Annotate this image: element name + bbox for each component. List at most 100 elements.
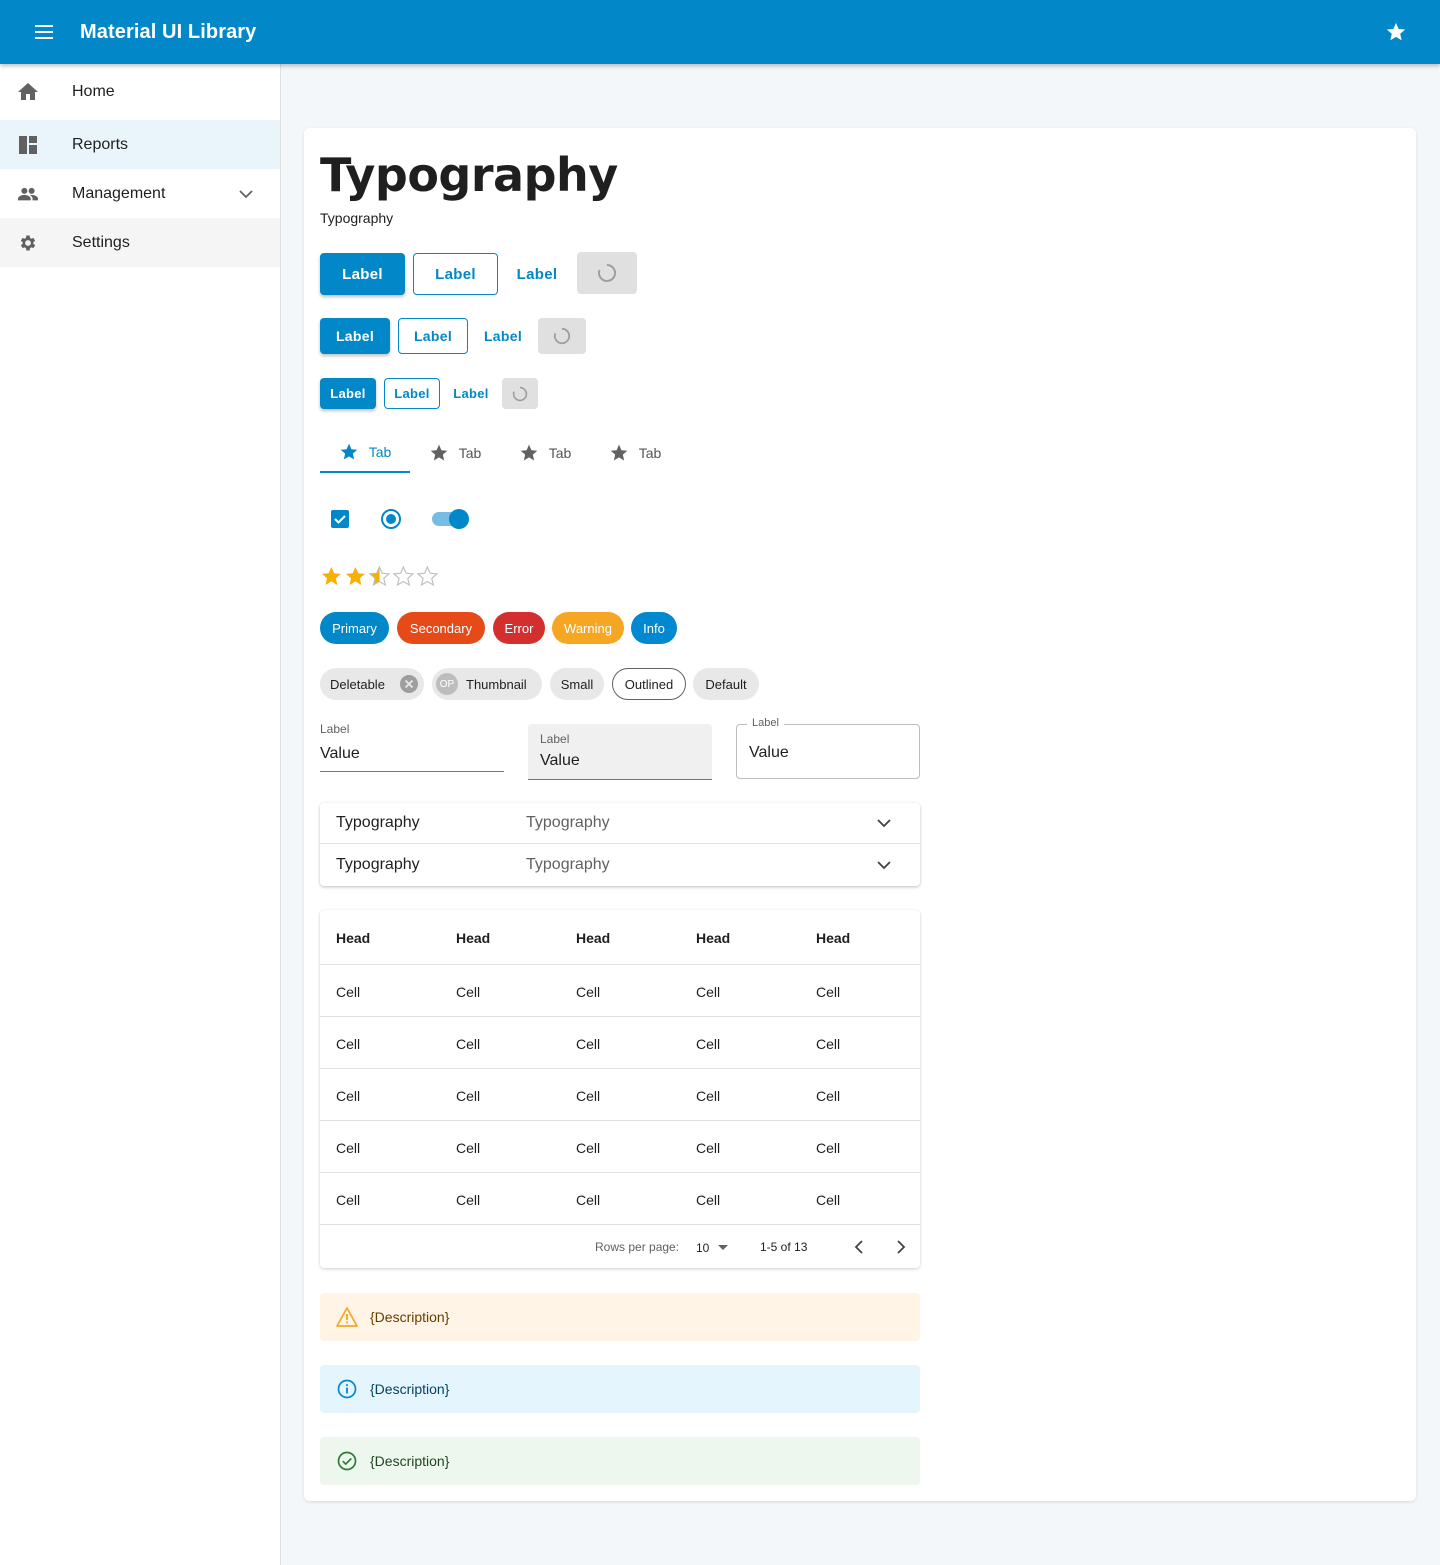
tab-4[interactable]: Tab [590, 433, 680, 473]
chip-default[interactable]: Default [693, 668, 759, 700]
text-button-small[interactable]: Label [444, 378, 498, 409]
sidebar-item-reports[interactable]: Reports [0, 120, 280, 169]
rating[interactable] [320, 565, 440, 589]
rows-per-page-select[interactable]: 10 [696, 1238, 732, 1258]
star-half-icon[interactable] [368, 565, 391, 587]
sidebar-item-home[interactable]: Home [0, 64, 280, 120]
chip-small[interactable]: Small [550, 668, 604, 700]
page-title: Typography [320, 148, 618, 202]
chip-info[interactable]: Info [631, 612, 677, 644]
text-field-standard[interactable]: Label Value [320, 722, 504, 772]
table-row: Cell Cell Cell Cell Cell [320, 1017, 920, 1069]
alert-info: {Description} [320, 1365, 920, 1413]
text-field-filled[interactable]: Label Value [528, 724, 712, 780]
favorite-button[interactable] [1376, 12, 1416, 52]
table-row: Cell Cell Cell Cell Cell [320, 1173, 920, 1225]
table-cell: Cell [456, 1036, 481, 1052]
star-filled-icon[interactable] [345, 566, 365, 585]
loading-spinner-icon [512, 386, 528, 401]
menu-button[interactable] [24, 12, 64, 52]
radio-button[interactable] [380, 508, 402, 530]
table-cell: Cell [816, 1036, 841, 1052]
home-icon [18, 82, 38, 102]
table-header-cell: Head [336, 930, 371, 946]
app-bar: Material UI Library [0, 0, 1440, 64]
tab-label: Tab [368, 444, 392, 460]
chip-warning[interactable]: Warning [552, 612, 624, 644]
tab-label: Tab [458, 445, 482, 461]
table-cell: Cell [816, 1088, 841, 1104]
chevron-down-icon[interactable] [876, 857, 892, 873]
chevron-right-icon[interactable] [892, 1239, 908, 1255]
star-icon [1386, 22, 1406, 41]
chevron-down-icon[interactable] [238, 186, 254, 202]
chevron-left-icon[interactable] [852, 1239, 868, 1255]
tab-label: Tab [638, 445, 662, 461]
loading-button-large[interactable] [577, 252, 637, 294]
table-cell: Cell [576, 1140, 601, 1156]
rows-per-page-value: 10 [696, 1241, 710, 1255]
table-header-cell: Head [696, 930, 731, 946]
field-label: Label [320, 722, 350, 736]
page-subtitle: Typography [320, 210, 394, 226]
sidebar-item-management[interactable]: Management [0, 169, 280, 218]
tab-2[interactable]: Tab [410, 433, 500, 473]
table-cell: Cell [696, 1192, 721, 1208]
dashboard-icon [18, 135, 38, 155]
outlined-button-small[interactable]: Label [384, 378, 440, 409]
star-icon [340, 443, 358, 460]
people-icon [18, 184, 38, 204]
star-icon [520, 444, 538, 461]
table-row: Cell Cell Cell Cell Cell [320, 1069, 920, 1121]
table-cell: Cell [696, 1088, 721, 1104]
loading-spinner-icon [598, 264, 616, 282]
toggle-switch[interactable] [430, 508, 472, 530]
chip-label: Deletable [330, 676, 385, 692]
loading-button-small[interactable] [502, 378, 538, 409]
menu-icon [35, 25, 53, 39]
accordion-item[interactable]: Typography Typography [320, 803, 920, 844]
pagination-range: 1-5 of 13 [760, 1240, 808, 1254]
tab-1[interactable]: Tab [320, 433, 410, 473]
close-icon[interactable] [399, 674, 419, 694]
alert-success: {Description} [320, 1437, 920, 1485]
table-cell: Cell [336, 1088, 361, 1104]
table-cell: Cell [696, 984, 721, 1000]
table-header-row: Head Head Head Head Head [320, 910, 920, 965]
sidebar-item-settings[interactable]: Settings [0, 218, 280, 267]
chip-error[interactable]: Error [493, 612, 545, 644]
outlined-button-large[interactable]: Label [413, 253, 498, 295]
star-empty-icon[interactable] [416, 565, 439, 587]
field-value: Value [320, 745, 360, 762]
chip-label: Thumbnail [466, 676, 527, 692]
chip-outlined[interactable]: Outlined [612, 668, 686, 700]
app-title: Material UI Library [80, 20, 257, 43]
sidebar-item-label: Settings [72, 233, 130, 251]
chip-thumbnail[interactable]: OP Thumbnail [432, 668, 542, 700]
contained-button-small[interactable]: Label [320, 378, 376, 409]
chip-secondary[interactable]: Secondary [397, 612, 485, 644]
star-empty-icon[interactable] [392, 565, 415, 587]
table-cell: Cell [456, 984, 481, 1000]
contained-button-medium[interactable]: Label [320, 318, 390, 354]
text-button-medium[interactable]: Label [472, 318, 534, 354]
alert-text: {Description} [370, 1453, 450, 1469]
chip-primary[interactable]: Primary [320, 612, 389, 644]
loading-button-medium[interactable] [538, 318, 586, 354]
checkbox[interactable] [331, 510, 349, 528]
alert-text: {Description} [370, 1381, 450, 1397]
sidebar-item-label: Home [72, 83, 115, 100]
info-icon [337, 1379, 357, 1399]
table-cell: Cell [456, 1088, 481, 1104]
field-label: Label [747, 717, 784, 729]
text-button-large[interactable]: Label [500, 253, 574, 295]
chip-deletable[interactable]: Deletable [320, 668, 424, 700]
chevron-down-icon[interactable] [876, 815, 892, 831]
accordion-item[interactable]: Typography Typography [320, 844, 920, 885]
contained-button-large[interactable]: Label [320, 253, 405, 295]
tab-3[interactable]: Tab [500, 433, 590, 473]
outlined-button-medium[interactable]: Label [398, 318, 468, 354]
star-filled-icon[interactable] [321, 566, 341, 585]
text-field-outlined[interactable]: Label Value [736, 717, 920, 779]
avatar: OP [436, 673, 458, 695]
